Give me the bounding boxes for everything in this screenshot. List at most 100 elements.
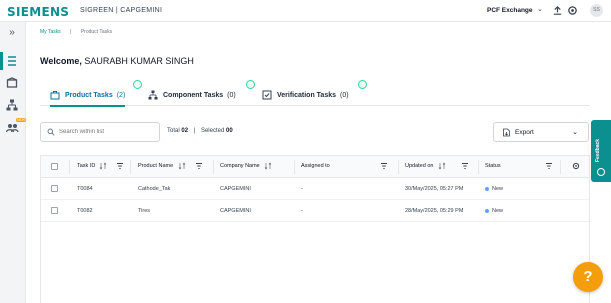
cell-task-id: T0084 bbox=[77, 186, 93, 192]
column-header-company-name[interactable]: Company Name bbox=[220, 163, 260, 169]
sidebar-item-tasks[interactable] bbox=[5, 54, 19, 68]
tab-count: (0) bbox=[340, 91, 349, 99]
totals-summary: Total 02 | Selected 00 bbox=[167, 128, 233, 134]
sidebar-item-users[interactable]: NEW bbox=[5, 118, 27, 134]
tab-verification-tasks[interactable]: Verification Tasks (0) bbox=[262, 84, 349, 106]
new-badge: NEW bbox=[16, 118, 27, 122]
feedback-tab[interactable]: Feedback bbox=[591, 120, 611, 182]
expand-sidebar-icon[interactable]: » bbox=[5, 27, 19, 41]
welcome-prefix: Welcome, bbox=[40, 56, 82, 66]
hierarchy-icon bbox=[6, 99, 18, 111]
sort-icon[interactable] bbox=[264, 162, 272, 170]
cell-product-name: Cathode_Tak bbox=[138, 186, 171, 192]
sort-icon[interactable] bbox=[438, 162, 446, 170]
column-divider bbox=[213, 160, 214, 174]
table-header: Task ID Product Name Company Name Assign… bbox=[41, 156, 589, 178]
filter-icon[interactable] bbox=[380, 162, 388, 170]
tab-product-tasks[interactable]: Product Tasks (2) bbox=[50, 84, 126, 107]
table-row[interactable]: T0082 Tires CAPGEMINI - 28/May/2025, 05:… bbox=[41, 200, 589, 222]
status-text: New bbox=[492, 186, 504, 192]
task-list-icon bbox=[8, 56, 16, 66]
status-text: New bbox=[492, 208, 504, 214]
breadcrumb-my-tasks[interactable]: My Tasks bbox=[40, 29, 61, 35]
column-divider bbox=[69, 160, 70, 174]
sidebar: » NEW bbox=[0, 22, 27, 303]
filter-icon[interactable] bbox=[545, 162, 553, 170]
page-title: Welcome, SAURABH KUMAR SINGH bbox=[40, 56, 194, 66]
gear-icon[interactable] bbox=[567, 5, 578, 16]
cell-updated-on: 28/May/2025, 05:29 PM bbox=[405, 208, 464, 214]
search-box[interactable] bbox=[40, 122, 160, 142]
table-row[interactable]: T0084 Cathode_Tak CAPGEMINI - 30/May/202… bbox=[41, 178, 589, 200]
total-count: 02 bbox=[181, 128, 189, 134]
feedback-label: Feedback bbox=[595, 138, 601, 162]
top-bar: SIEMENS SIGREEN | CAPGEMINI PCF Exchange… bbox=[0, 0, 611, 22]
app-name: SIGREEN | CAPGEMINI bbox=[80, 7, 163, 14]
avatar[interactable]: SS bbox=[590, 4, 603, 17]
tab-notification-dot bbox=[133, 80, 142, 89]
cell-company-name: CAPGEMINI bbox=[220, 208, 251, 214]
filter-icon[interactable] bbox=[461, 162, 469, 170]
column-header-product-name[interactable]: Product Name bbox=[138, 163, 173, 169]
cell-assigned-to: - bbox=[301, 208, 303, 214]
siemens-logo[interactable]: SIEMENS bbox=[7, 5, 69, 19]
tab-count: (2) bbox=[116, 91, 126, 99]
chevron-down-icon[interactable]: ⌄ bbox=[537, 5, 543, 13]
sort-icon[interactable] bbox=[99, 162, 107, 170]
tab-label: Verification Tasks bbox=[277, 91, 337, 99]
help-button[interactable]: ? bbox=[573, 262, 603, 292]
export-button[interactable]: Export ⌄ bbox=[493, 122, 589, 142]
tab-component-tasks[interactable]: Component Tasks (0) bbox=[148, 84, 236, 106]
breadcrumb-separator: | bbox=[70, 29, 72, 35]
filter-icon[interactable] bbox=[116, 162, 124, 170]
column-divider bbox=[478, 160, 479, 174]
column-header-assigned-to[interactable]: Assigned to bbox=[301, 163, 330, 169]
column-divider bbox=[130, 160, 131, 174]
tab-notification-dot bbox=[358, 80, 367, 89]
cell-updated-on: 30/May/2025, 05:27 PM bbox=[405, 186, 464, 192]
selected-count: 00 bbox=[225, 128, 233, 134]
row-checkbox[interactable] bbox=[51, 207, 58, 214]
column-divider bbox=[294, 160, 295, 174]
column-header-status[interactable]: Status bbox=[485, 163, 501, 169]
task-tabs: Product Tasks (2) Component Tasks (0) Ve… bbox=[40, 80, 590, 107]
briefcase-icon bbox=[50, 91, 60, 100]
chevron-down-icon: ⌄ bbox=[572, 129, 578, 136]
sidebar-item-hierarchy[interactable] bbox=[5, 98, 19, 112]
sort-icon[interactable] bbox=[178, 162, 186, 170]
verification-icon bbox=[262, 90, 272, 100]
column-divider bbox=[398, 160, 399, 174]
upload-icon[interactable] bbox=[552, 5, 563, 16]
cell-product-name: Tires bbox=[138, 208, 151, 214]
column-header-updated-on[interactable]: Updated on bbox=[405, 163, 433, 169]
column-header-task-id[interactable]: Task ID bbox=[77, 163, 95, 169]
status-dot bbox=[485, 208, 489, 213]
tasks-table: Task ID Product Name Company Name Assign… bbox=[40, 155, 590, 303]
cell-status: New bbox=[485, 186, 503, 192]
gear-icon[interactable] bbox=[572, 162, 580, 170]
export-icon bbox=[503, 128, 510, 136]
selected-label: Selected bbox=[200, 128, 225, 134]
search-icon bbox=[47, 128, 55, 136]
sidebar-item-products[interactable] bbox=[5, 76, 19, 90]
breadcrumb: My Tasks | Product Tasks bbox=[40, 29, 120, 35]
column-divider bbox=[560, 160, 561, 174]
breadcrumb-product-tasks: Product Tasks bbox=[80, 29, 113, 35]
status-dot bbox=[485, 186, 489, 191]
tab-notification-dot bbox=[246, 80, 255, 89]
sidebar-active-indicator bbox=[0, 52, 3, 70]
filter-icon[interactable] bbox=[195, 162, 203, 170]
component-tree-icon bbox=[148, 90, 158, 100]
cell-status: New bbox=[485, 208, 503, 214]
search-input[interactable] bbox=[59, 129, 154, 135]
pcf-exchange-menu[interactable]: PCF Exchange bbox=[487, 7, 533, 14]
tab-label: Product Tasks bbox=[65, 91, 113, 99]
export-label: Export bbox=[515, 128, 534, 136]
cell-company-name: CAPGEMINI bbox=[220, 186, 251, 192]
select-all-checkbox[interactable] bbox=[51, 163, 58, 170]
total-label: Total bbox=[167, 128, 180, 134]
users-icon bbox=[5, 124, 19, 133]
row-checkbox[interactable] bbox=[51, 185, 58, 192]
box-icon bbox=[6, 77, 18, 88]
tab-label: Component Tasks bbox=[163, 91, 224, 99]
